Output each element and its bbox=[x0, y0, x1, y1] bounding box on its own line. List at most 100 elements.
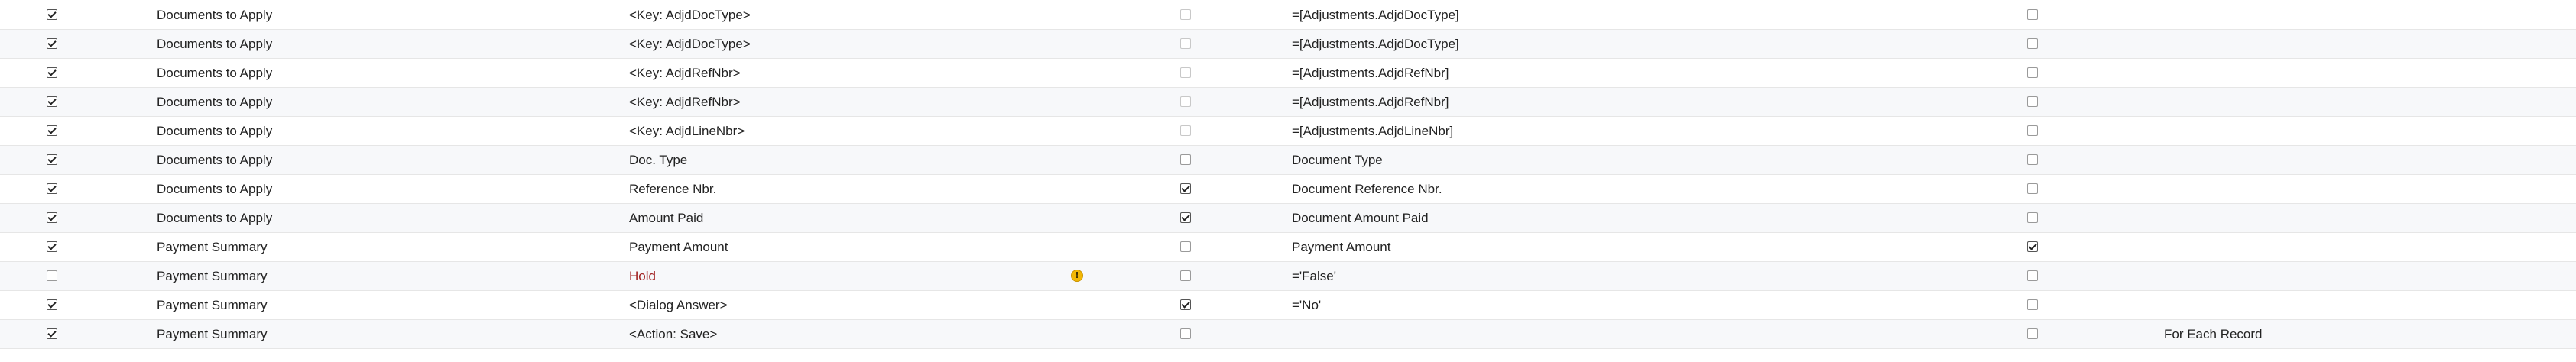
field-name-cell[interactable]: <Key: AdjdRefNbr> bbox=[629, 59, 741, 88]
active-cell bbox=[47, 88, 62, 117]
commit-checkbox[interactable] bbox=[1180, 96, 1191, 107]
table-row[interactable]: Documents to Apply <Key: AdjdDocType> =[Ad… bbox=[0, 1, 2576, 30]
object-name-cell[interactable]: Payment Summary bbox=[157, 262, 268, 291]
commit-checkbox[interactable] bbox=[1180, 328, 1191, 339]
table-row[interactable]: Documents to Apply <Key: AdjdLineNbr> =[Ad… bbox=[0, 117, 2576, 146]
table-row[interactable]: Documents to Apply Amount Paid Document Am… bbox=[0, 204, 2576, 233]
value-cell[interactable]: =[Adjustments.AdjdRefNbr] bbox=[1292, 88, 1449, 117]
table-row[interactable]: Documents to Apply <Key: AdjdDocType> =[Ad… bbox=[0, 30, 2576, 59]
commit-checkbox[interactable] bbox=[1180, 154, 1191, 165]
field-name-cell[interactable]: <Key: AdjdDocType> bbox=[629, 30, 751, 59]
active-cell bbox=[47, 59, 62, 88]
commit-checkbox[interactable] bbox=[1180, 67, 1191, 78]
active-checkbox[interactable] bbox=[47, 183, 57, 194]
field-name-cell[interactable]: <Dialog Answer> bbox=[629, 291, 728, 320]
table-row[interactable]: Documents to Apply Reference Nbr. Document… bbox=[0, 175, 2576, 204]
value-cell[interactable]: Document Amount Paid bbox=[1292, 204, 1429, 233]
ignore-error-checkbox[interactable] bbox=[2027, 96, 2038, 107]
ignore-error-checkbox[interactable] bbox=[2027, 270, 2038, 281]
table-row[interactable]: Payment Summary Hold! ='False' bbox=[0, 262, 2576, 291]
commit-checkbox[interactable] bbox=[1180, 9, 1191, 20]
execution-mode-cell[interactable]: For Each Record bbox=[2164, 320, 2263, 349]
active-cell bbox=[47, 146, 62, 175]
object-name-cell[interactable]: Documents to Apply bbox=[157, 1, 272, 30]
ignore-error-cell bbox=[2027, 291, 2042, 320]
field-name-cell[interactable]: <Action: Save> bbox=[629, 320, 717, 349]
field-name-cell[interactable]: Amount Paid bbox=[629, 204, 703, 233]
ignore-error-checkbox[interactable] bbox=[2027, 212, 2038, 223]
field-name-cell[interactable]: <Key: AdjdRefNbr> bbox=[629, 88, 741, 117]
ignore-error-checkbox[interactable] bbox=[2027, 125, 2038, 136]
field-name-cell[interactable]: <Key: AdjdDocType> bbox=[629, 1, 751, 30]
object-name-cell[interactable]: Documents to Apply bbox=[157, 204, 272, 233]
table-row[interactable]: Documents to Apply Doc. Type Document Type bbox=[0, 146, 2576, 175]
ignore-error-checkbox[interactable] bbox=[2027, 299, 2038, 310]
object-name-cell[interactable]: Documents to Apply bbox=[157, 117, 272, 146]
commit-checkbox[interactable] bbox=[1180, 270, 1191, 281]
active-checkbox[interactable] bbox=[47, 96, 57, 107]
active-checkbox[interactable] bbox=[47, 38, 57, 49]
commit-checkbox[interactable] bbox=[1180, 299, 1191, 310]
value-cell[interactable]: Document Type bbox=[1292, 146, 1383, 175]
value-cell[interactable]: ='False' bbox=[1292, 262, 1336, 291]
table-row[interactable]: Payment Summary <Action: Save> For Each Re… bbox=[0, 320, 2576, 349]
commit-cell bbox=[1180, 262, 1196, 291]
table-row[interactable]: Payment Summary Payment Amount Payment Amo… bbox=[0, 233, 2576, 262]
field-name-cell[interactable]: Payment Amount bbox=[629, 233, 728, 262]
object-name-cell[interactable]: Documents to Apply bbox=[157, 146, 272, 175]
commit-checkbox[interactable] bbox=[1180, 183, 1191, 194]
field-name-cell[interactable]: <Key: AdjdLineNbr> bbox=[629, 117, 745, 146]
value-cell[interactable]: Payment Amount bbox=[1292, 233, 1390, 262]
active-checkbox[interactable] bbox=[47, 67, 57, 78]
value-cell[interactable]: =[Adjustments.AdjdDocType] bbox=[1292, 1, 1459, 30]
field-name-cell[interactable]: Hold bbox=[629, 262, 656, 291]
object-name-cell[interactable]: Payment Summary bbox=[157, 320, 268, 349]
value-cell[interactable]: ='No' bbox=[1292, 291, 1321, 320]
active-cell bbox=[47, 233, 62, 262]
commit-cell bbox=[1180, 88, 1196, 117]
commit-cell bbox=[1180, 146, 1196, 175]
table-row[interactable]: Documents to Apply <Key: AdjdRefNbr> =[Adj… bbox=[0, 88, 2576, 117]
active-cell bbox=[47, 320, 62, 349]
ignore-error-checkbox[interactable] bbox=[2027, 183, 2038, 194]
ignore-error-checkbox[interactable] bbox=[2027, 9, 2038, 20]
commit-cell bbox=[1180, 30, 1196, 59]
ignore-error-checkbox[interactable] bbox=[2027, 241, 2038, 252]
value-cell[interactable]: =[Adjustments.AdjdDocType] bbox=[1292, 30, 1459, 59]
active-cell bbox=[47, 175, 62, 204]
field-name-cell[interactable]: Doc. Type bbox=[629, 146, 687, 175]
value-cell[interactable]: Document Reference Nbr. bbox=[1292, 175, 1442, 204]
active-checkbox[interactable] bbox=[47, 328, 57, 339]
commit-cell bbox=[1180, 59, 1196, 88]
object-name-cell[interactable]: Payment Summary bbox=[157, 233, 268, 262]
commit-cell bbox=[1180, 175, 1196, 204]
active-checkbox[interactable] bbox=[47, 9, 57, 20]
table-row[interactable]: Documents to Apply <Key: AdjdRefNbr> =[Adj… bbox=[0, 59, 2576, 88]
ignore-error-cell bbox=[2027, 262, 2042, 291]
commit-checkbox[interactable] bbox=[1180, 212, 1191, 223]
value-cell[interactable]: =[Adjustments.AdjdLineNbr] bbox=[1292, 117, 1453, 146]
active-checkbox[interactable] bbox=[47, 154, 57, 165]
active-checkbox[interactable] bbox=[47, 125, 57, 136]
field-name-cell[interactable]: Reference Nbr. bbox=[629, 175, 716, 204]
object-name-cell[interactable]: Documents to Apply bbox=[157, 30, 272, 59]
ignore-error-checkbox[interactable] bbox=[2027, 328, 2038, 339]
active-checkbox[interactable] bbox=[47, 241, 57, 252]
object-name-cell[interactable]: Payment Summary bbox=[157, 291, 268, 320]
active-checkbox[interactable] bbox=[47, 299, 57, 310]
active-checkbox[interactable] bbox=[47, 212, 57, 223]
commit-checkbox[interactable] bbox=[1180, 241, 1191, 252]
object-name-cell[interactable]: Documents to Apply bbox=[157, 175, 272, 204]
value-cell[interactable]: =[Adjustments.AdjdRefNbr] bbox=[1292, 59, 1449, 88]
table-row[interactable]: Payment Summary <Dialog Answer> ='No' bbox=[0, 291, 2576, 320]
ignore-error-checkbox[interactable] bbox=[2027, 154, 2038, 165]
ignore-error-checkbox[interactable] bbox=[2027, 67, 2038, 78]
ignore-error-cell bbox=[2027, 88, 2042, 117]
object-name-cell[interactable]: Documents to Apply bbox=[157, 59, 272, 88]
ignore-error-checkbox[interactable] bbox=[2027, 38, 2038, 49]
ignore-error-cell bbox=[2027, 175, 2042, 204]
commit-checkbox[interactable] bbox=[1180, 38, 1191, 49]
active-checkbox[interactable] bbox=[47, 270, 57, 281]
object-name-cell[interactable]: Documents to Apply bbox=[157, 88, 272, 117]
commit-checkbox[interactable] bbox=[1180, 125, 1191, 136]
